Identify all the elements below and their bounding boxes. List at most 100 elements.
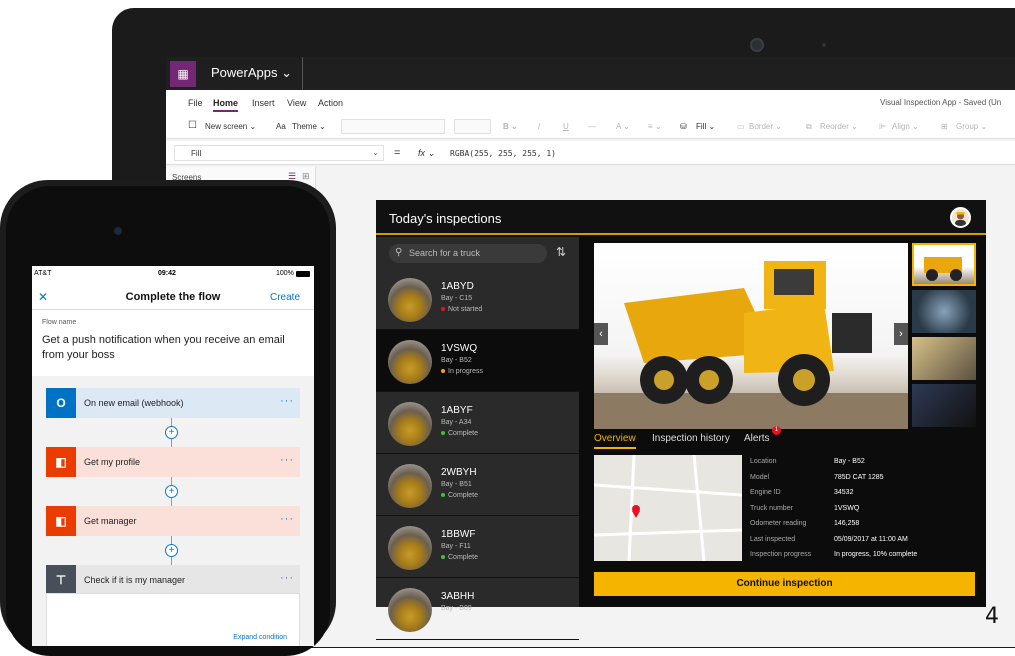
thumbnail-tire[interactable]: [912, 290, 976, 333]
truck-id: 1ABYF: [441, 405, 473, 416]
thumbnail-truck[interactable]: [912, 243, 976, 286]
alert-badge: 1: [772, 426, 781, 435]
detail-label: Odometer reading: [750, 520, 807, 527]
truck-list-item[interactable]: 1VSWQ Bay - B52 In progress: [376, 330, 579, 392]
toolbar: ☐ New screen ⌄ Aa Theme ⌄ B ⌄ / U — A ⌄ …: [166, 114, 1015, 139]
thumbnail-detail[interactable]: [912, 384, 976, 427]
font-family-dropdown[interactable]: [341, 119, 445, 134]
menu-file[interactable]: File: [188, 98, 203, 108]
add-step-icon[interactable]: +: [165, 426, 178, 439]
truck-list-item[interactable]: 1ABYD Bay - C15 Not started: [376, 268, 579, 330]
outlook-icon: O: [46, 388, 76, 418]
phone-camera: [114, 227, 122, 235]
tab-alerts[interactable]: Alerts: [744, 433, 770, 444]
flow-step[interactable]: ◧ Get my profile ···: [46, 447, 300, 477]
continue-inspection-button[interactable]: Continue inspection: [594, 572, 975, 596]
theme-button[interactable]: Theme ⌄: [292, 122, 326, 131]
truck-thumbnail: [388, 464, 432, 508]
underline-button[interactable]: U: [563, 122, 569, 131]
more-options-icon[interactable]: ···: [280, 572, 294, 584]
chevron-down-icon: ⌄: [372, 148, 379, 157]
tab-overview[interactable]: Overview: [594, 433, 636, 449]
menu-bar: File Home Insert View Action Visual Insp…: [166, 90, 1015, 114]
align-text-button[interactable]: ≡ ⌄: [648, 122, 662, 131]
align-button[interactable]: Align ⌄: [892, 122, 919, 131]
grid-view-icon[interactable]: ⊞: [302, 171, 310, 182]
sort-icon[interactable]: ⇅: [556, 245, 566, 259]
flow-step[interactable]: ◧ Get manager ···: [46, 506, 300, 536]
truck-id: 1VSWQ: [441, 343, 478, 354]
detail-label: Last inspected: [750, 535, 796, 543]
expand-condition-link[interactable]: Expand condition: [233, 634, 287, 641]
app-launcher-icon[interactable]: ▦: [170, 61, 196, 87]
truck-id: 2WBYH: [441, 467, 477, 478]
tab-inspection-history[interactable]: Inspection history: [652, 433, 730, 444]
truck-status-label: Not started: [448, 306, 483, 313]
equals-sign: =: [394, 147, 401, 159]
flow-step-label: Get manager: [84, 516, 137, 526]
formula-input[interactable]: RGBA(255, 255, 255, 1): [450, 149, 556, 158]
status-bar: AT&T 09:42 100%: [32, 266, 314, 282]
flow-step[interactable]: O On new email (webhook) ···: [46, 388, 300, 418]
flow-step[interactable]: ⊤ Check if it is my manager ···: [46, 565, 300, 595]
menu-insert[interactable]: Insert: [252, 98, 275, 108]
app-header: Today's inspections: [376, 200, 986, 235]
more-options-icon[interactable]: ···: [280, 513, 294, 525]
search-icon: ⚲: [395, 247, 403, 258]
create-button[interactable]: Create: [270, 292, 300, 303]
detail-value: 34532: [834, 489, 854, 496]
menu-action[interactable]: Action: [318, 98, 343, 108]
detail-label: Location: [750, 458, 777, 465]
status-dot: [441, 555, 445, 560]
truck-list-item[interactable]: 3ABHH Bay - B09: [376, 578, 579, 640]
camera-sensor: [822, 43, 826, 47]
formula-bar: Fill ⌄ = fx ⌄ RGBA(255, 255, 255, 1): [166, 141, 1015, 165]
battery-icon: [296, 271, 310, 277]
font-color-button[interactable]: A ⌄: [616, 122, 630, 131]
status-dot: [441, 431, 445, 436]
detail-label: Model: [750, 473, 770, 481]
strikethrough-button[interactable]: —: [588, 122, 596, 131]
flow-step-label: On new email (webhook): [84, 398, 184, 408]
border-button[interactable]: Border ⌄: [749, 122, 782, 131]
truck-bay: Bay - C15: [441, 295, 473, 302]
italic-button[interactable]: /: [538, 122, 540, 131]
thumbnail-engine[interactable]: [912, 337, 976, 380]
powerapps-bar: ▦ PowerApps ⌄: [166, 57, 1015, 90]
detail-label: Inspection progress: [750, 551, 812, 558]
bold-button[interactable]: B ⌄: [503, 122, 518, 131]
canvas-app: Today's inspections Search for a truck ⚲…: [376, 200, 986, 640]
property-dropdown[interactable]: Fill ⌄: [174, 145, 384, 161]
location-map[interactable]: [594, 455, 742, 561]
truck-bay: Bay - B52: [441, 357, 472, 364]
reorder-button[interactable]: Reorder ⌄: [820, 122, 858, 131]
group-button[interactable]: Group ⌄: [956, 122, 987, 131]
font-size-dropdown[interactable]: [454, 119, 491, 134]
nav-bar: ✕ Complete the flow Create: [32, 282, 314, 310]
avatar[interactable]: [950, 207, 971, 228]
property-value: Fill: [191, 149, 202, 158]
menu-view[interactable]: View: [287, 98, 306, 108]
divider: [302, 57, 303, 90]
truck-list-item[interactable]: 2WBYH Bay - B51 Complete: [376, 454, 579, 516]
menu-home[interactable]: Home: [213, 98, 239, 112]
truck-id: 1BBWF: [441, 529, 476, 540]
search-input[interactable]: Search for a truck: [389, 244, 547, 263]
truck-status-label: In progress: [448, 368, 484, 375]
fill-button[interactable]: Fill ⌄: [696, 122, 715, 131]
add-step-icon[interactable]: +: [165, 485, 178, 498]
next-image-button[interactable]: ›: [894, 323, 908, 345]
new-screen-button[interactable]: New screen ⌄: [205, 122, 256, 131]
powerapps-title[interactable]: PowerApps ⌄: [211, 65, 292, 81]
flow-name-field[interactable]: Get a push notification when you receive…: [42, 333, 304, 363]
more-options-icon[interactable]: ···: [280, 395, 294, 407]
truck-list-item[interactable]: 1ABYF Bay - A34 Complete: [376, 392, 579, 454]
add-step-icon[interactable]: +: [165, 544, 178, 557]
theme-icon: Aa: [276, 122, 286, 131]
fx-button[interactable]: fx ⌄: [418, 148, 435, 159]
more-options-icon[interactable]: ···: [280, 454, 294, 466]
battery-label: 100%: [276, 270, 294, 277]
camera: [750, 38, 764, 52]
truck-list-item[interactable]: 1BBWF Bay - F11 Complete: [376, 516, 579, 578]
previous-image-button[interactable]: ‹: [594, 323, 608, 345]
